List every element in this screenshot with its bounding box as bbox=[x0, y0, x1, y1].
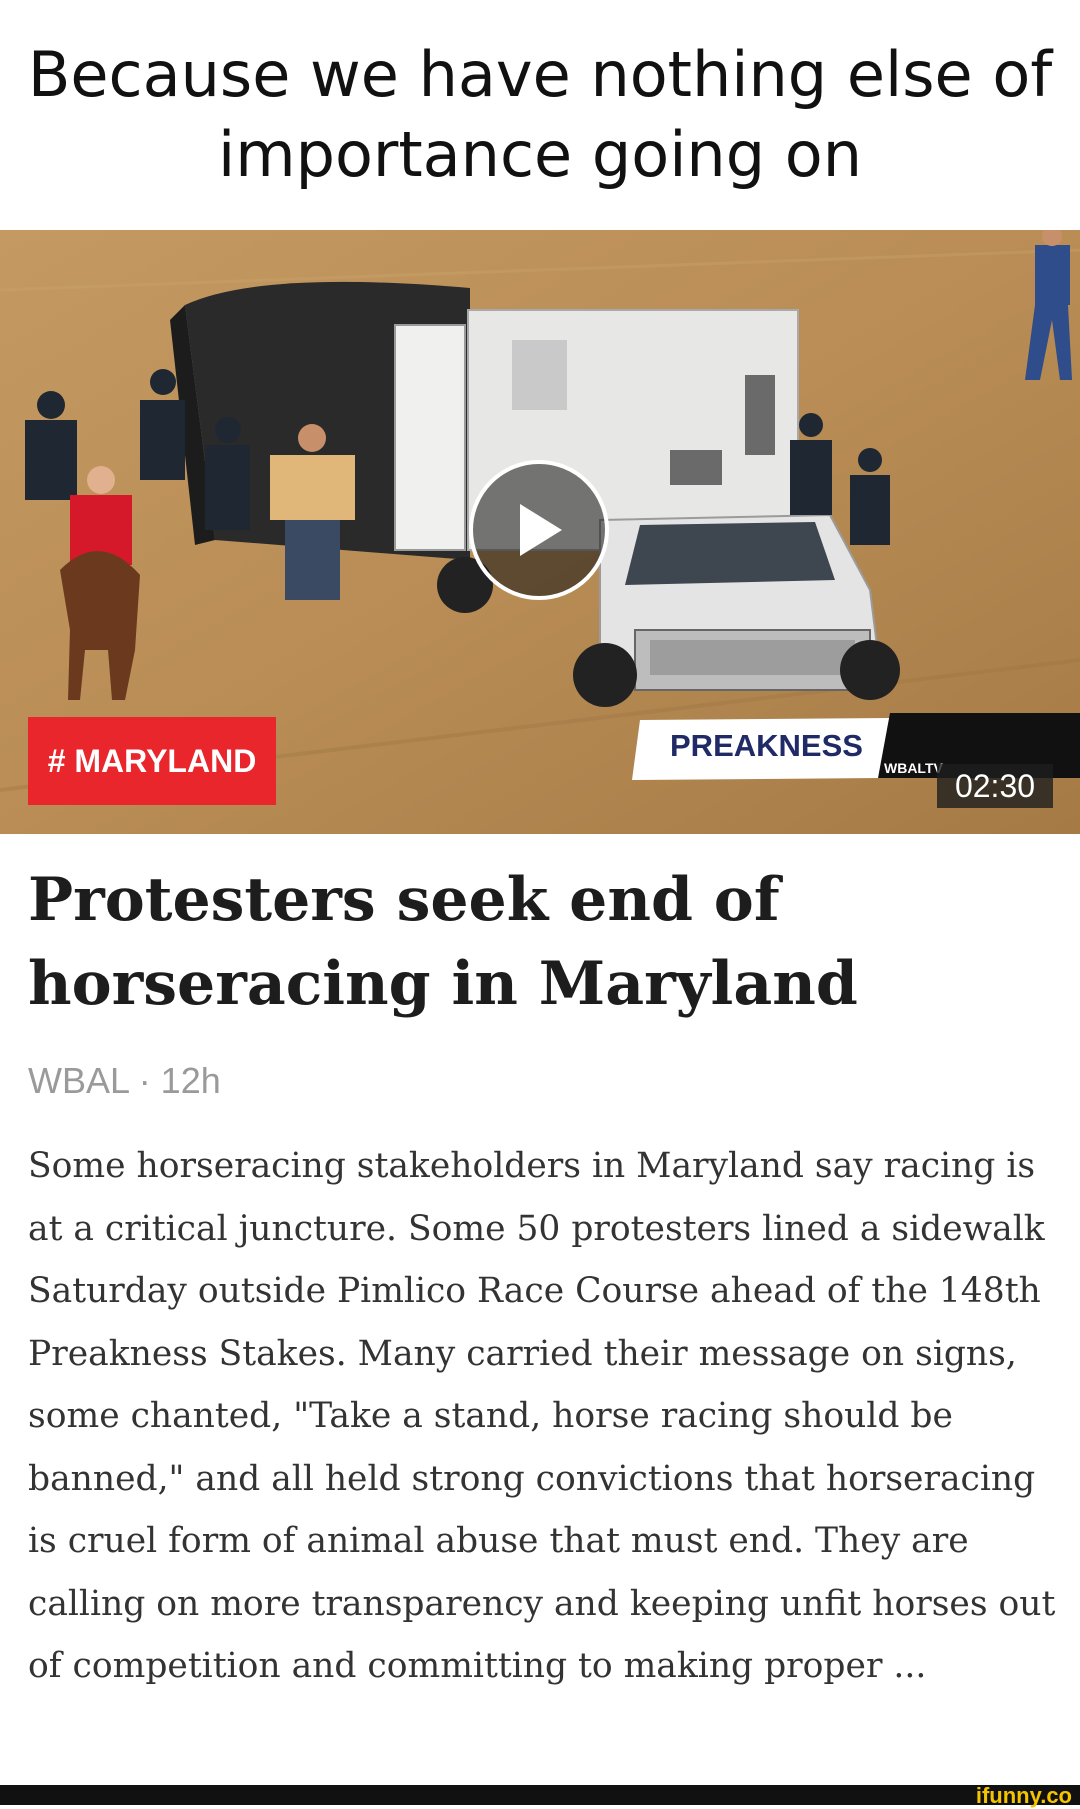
hashtag-badge[interactable]: # MARYLAND bbox=[28, 717, 276, 805]
video-thumbnail[interactable]: # MARYLAND PREAKNESS WBALTV 02:30 bbox=[0, 230, 1080, 834]
play-icon bbox=[520, 504, 562, 556]
broadcast-bug-text: PREAKNESS bbox=[670, 728, 863, 763]
watermark: ifunny.co bbox=[975, 1783, 1072, 1808]
article-headline[interactable]: Protesters seek end of horseracing in Ma… bbox=[28, 858, 1048, 1026]
meme-caption: Because we have nothing else of importan… bbox=[27, 38, 1053, 191]
play-button[interactable] bbox=[469, 460, 609, 600]
article-source-meta: WBAL · 12h bbox=[28, 1060, 221, 1101]
footer-bar bbox=[0, 1785, 1080, 1805]
article-summary: Some horseracing stakeholders in Marylan… bbox=[28, 1146, 1056, 1686]
station-label: WBALTV bbox=[884, 760, 943, 776]
video-duration: 02:30 bbox=[937, 764, 1053, 808]
